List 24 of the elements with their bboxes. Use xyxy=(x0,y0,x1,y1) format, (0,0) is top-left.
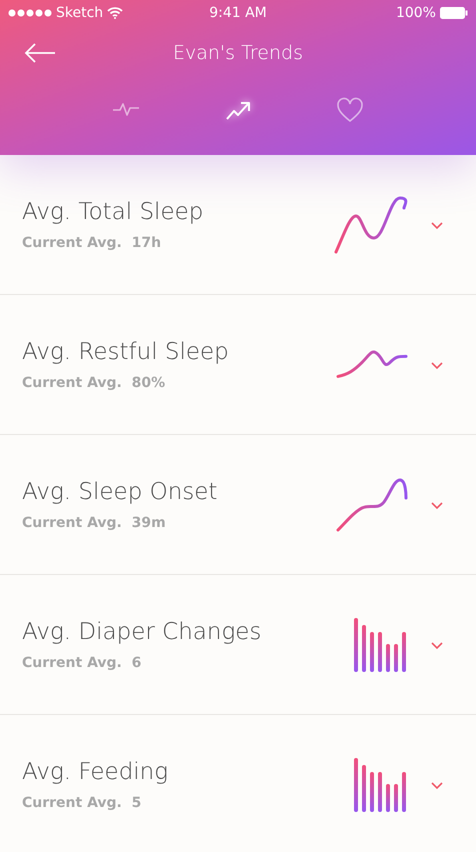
current-average: Current Avg. 39m xyxy=(22,514,167,534)
status-time: 9:41 AM xyxy=(209,4,267,22)
screen-title: Evan's Trends xyxy=(173,42,303,64)
trend-title: Avg. Restful Sleep xyxy=(22,338,230,367)
current-average: Current Avg. 5 xyxy=(22,794,142,814)
chevron-down-icon[interactable] xyxy=(430,780,444,790)
current-average: Current Avg. 6 xyxy=(22,654,142,674)
chevron-down-icon[interactable] xyxy=(430,220,444,230)
wifi-icon xyxy=(107,7,124,19)
carrier-name: Sketch xyxy=(56,4,104,22)
current-average: Current Avg. 80% xyxy=(22,374,166,394)
trend-title: Avg. Sleep Onset xyxy=(22,478,218,507)
chevron-down-icon[interactable] xyxy=(430,360,444,370)
heart-icon[interactable] xyxy=(335,95,365,125)
battery-percent: 100% xyxy=(396,4,436,22)
current-average: Current Avg. 17h xyxy=(22,234,162,254)
trend-title: Avg. Feeding xyxy=(22,758,170,787)
chevron-down-icon[interactable] xyxy=(430,640,444,650)
trend-title: Avg. Diaper Changes xyxy=(22,618,262,647)
trend-title: Avg. Total Sleep xyxy=(22,198,204,227)
signal-icon xyxy=(8,9,52,17)
back-arrow-icon[interactable] xyxy=(24,43,56,63)
battery-icon xyxy=(440,7,468,19)
chevron-down-icon[interactable] xyxy=(430,500,444,510)
